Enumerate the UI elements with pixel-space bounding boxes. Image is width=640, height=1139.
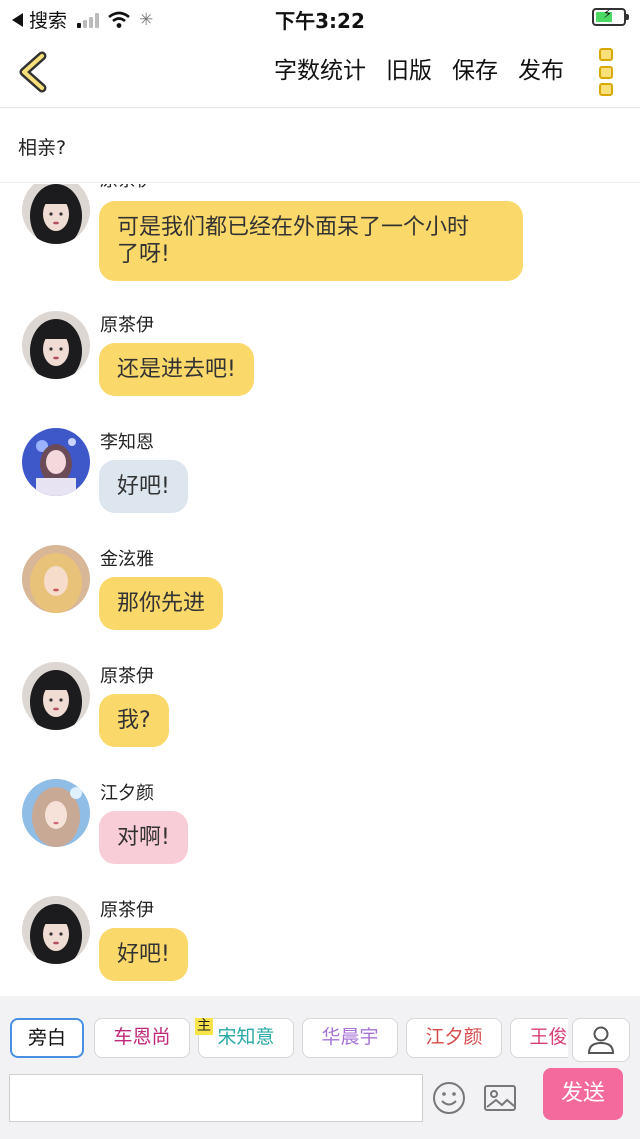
- message-input[interactable]: [9, 1074, 423, 1122]
- old-version-button[interactable]: 旧版: [386, 53, 432, 89]
- publish-button[interactable]: 发布: [518, 53, 564, 89]
- sender-name: 金泫雅: [100, 549, 154, 570]
- message-text-line: 那你先进: [117, 591, 206, 616]
- sender-name: 江夕颜: [100, 783, 154, 804]
- message-bubble[interactable]: 还是进去吧!: [99, 343, 254, 396]
- send-button[interactable]: 发送: [543, 1068, 623, 1120]
- avatar[interactable]: [22, 896, 90, 964]
- sender-name: 原茶伊: [100, 184, 154, 192]
- host-badge: 主: [195, 1018, 213, 1035]
- sender-name: 原茶伊: [100, 900, 154, 921]
- avatar[interactable]: [22, 184, 90, 244]
- save-button[interactable]: 保存: [452, 53, 498, 89]
- story-title-row[interactable]: 相亲?: [0, 109, 640, 183]
- character-tab-label: 旁白: [27, 1027, 66, 1049]
- person-icon: [587, 1026, 615, 1054]
- message-text-line: 了呀!: [117, 242, 170, 267]
- avatar[interactable]: [22, 545, 90, 613]
- status-time: 下午3:22: [275, 9, 365, 33]
- sender-name: 李知恩: [100, 432, 154, 453]
- character-tab[interactable]: 车恩尚: [94, 1018, 190, 1058]
- character-tab-label: 江夕颜: [425, 1026, 483, 1048]
- nav-actions: 字数统计 旧版 保存 发布: [274, 53, 564, 89]
- message-text-line: 好吧!: [117, 474, 170, 499]
- sender-name: 原茶伊: [100, 666, 154, 687]
- message-bubble[interactable]: 好吧!: [99, 460, 188, 513]
- more-vertical-icon[interactable]: [594, 48, 618, 96]
- character-tab[interactable]: 华晨宇: [302, 1018, 398, 1058]
- message-bubble[interactable]: 好吧!: [99, 928, 188, 981]
- character-tab[interactable]: 江夕颜: [406, 1018, 502, 1058]
- message-bubble[interactable]: 我?: [99, 694, 169, 747]
- word-count-button[interactable]: 字数统计: [274, 53, 366, 89]
- message-bubble[interactable]: 可是我们都已经在外面呆了一个小时 了呀!: [99, 201, 523, 281]
- avatar[interactable]: [22, 428, 90, 496]
- story-title: 相亲?: [18, 137, 67, 159]
- message-text-line: 对啊!: [117, 825, 170, 850]
- character-tab-label: 宋知意: [217, 1026, 275, 1048]
- message-text-line: 我?: [117, 708, 151, 733]
- message-bubble[interactable]: 那你先进: [99, 577, 224, 630]
- back-chevron-icon[interactable]: [12, 48, 60, 96]
- character-tab[interactable]: 王俊凯: [510, 1018, 568, 1058]
- character-tabs[interactable]: 旁白 车恩尚 主 宋知意 华晨宇 江夕颜 王俊凯: [8, 1018, 568, 1060]
- status-bar: 搜索 ✳ 下午3:22 ⚡: [0, 0, 640, 36]
- character-tab-label: 华晨宇: [321, 1026, 379, 1048]
- character-tab-label: 王俊凯: [529, 1026, 568, 1048]
- character-manage-button[interactable]: [572, 1018, 630, 1062]
- nav-bar: 字数统计 旧版 保存 发布: [0, 36, 640, 108]
- avatar[interactable]: [22, 779, 90, 847]
- composer-panel: 旁白 车恩尚 主 宋知意 华晨宇 江夕颜 王俊凯 发送: [0, 996, 640, 1139]
- sender-name: 原茶伊: [100, 315, 154, 336]
- avatar[interactable]: [22, 662, 90, 730]
- message-text-line: 还是进去吧!: [117, 357, 236, 382]
- emoji-icon[interactable]: [432, 1081, 466, 1115]
- character-tab-label: 车恩尚: [113, 1026, 171, 1048]
- chat-list[interactable]: 原茶伊 可是我们都已经在外面呆了一个小时 了呀! 原茶伊 还是进去吧! 李知恩 …: [0, 184, 640, 996]
- image-icon[interactable]: [483, 1083, 517, 1113]
- message-text-line: 好吧!: [117, 942, 170, 967]
- message-bubble[interactable]: 对啊!: [99, 811, 188, 864]
- character-tab[interactable]: 主 宋知意: [195, 1018, 294, 1058]
- character-tab-narrator[interactable]: 旁白: [10, 1018, 84, 1058]
- message-text-line: 可是我们都已经在外面呆了一个小时: [117, 215, 470, 240]
- battery-icon: ⚡: [592, 7, 629, 26]
- avatar[interactable]: [22, 311, 90, 379]
